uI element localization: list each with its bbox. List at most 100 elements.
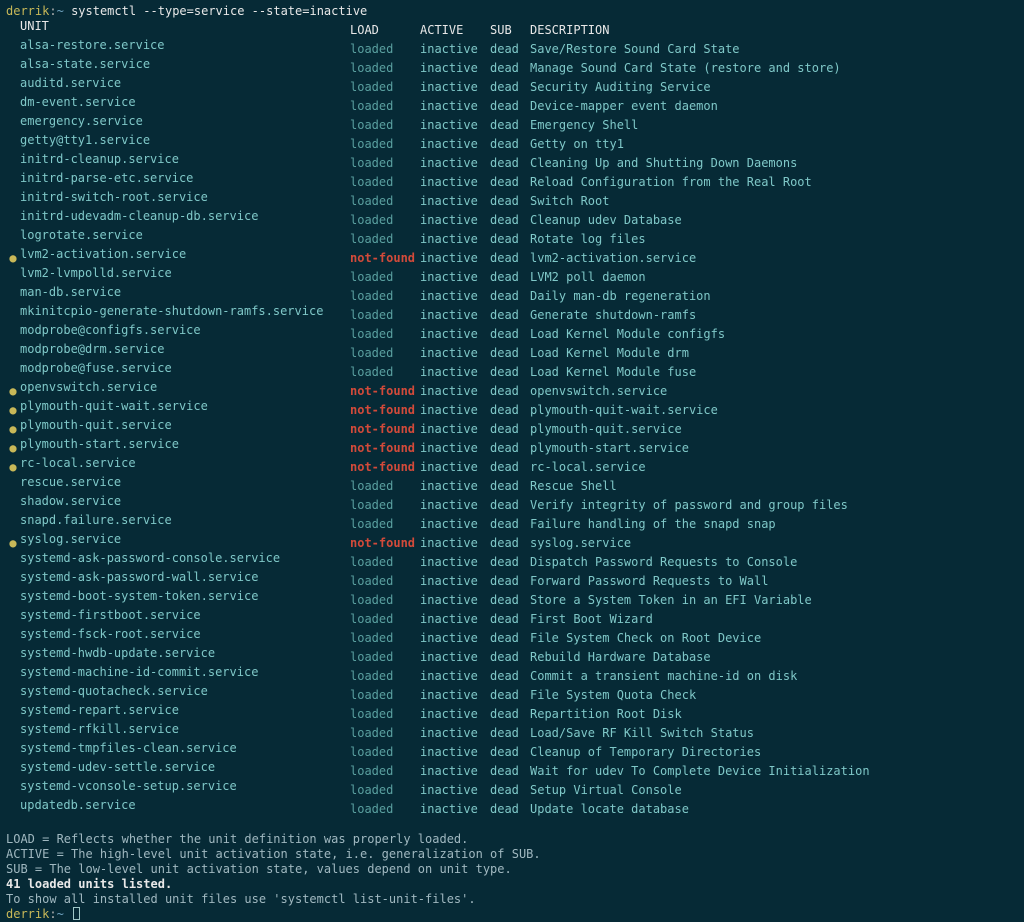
load-state: loaded xyxy=(350,156,420,171)
sub-state: dead xyxy=(490,707,530,722)
service-row: alsa-state.serviceloadedinactivedeadMana… xyxy=(6,57,1018,76)
terminal[interactable]: derrik:~ systemctl --type=service --stat… xyxy=(6,4,1018,922)
load-state: loaded xyxy=(350,61,420,76)
load-state: not-found xyxy=(350,422,420,437)
description: Cleanup udev Database xyxy=(530,213,682,228)
service-row: ●plymouth-start.servicenot-foundinactive… xyxy=(6,437,1018,456)
status-bullet-icon: ● xyxy=(6,536,20,551)
sub-state: dead xyxy=(490,99,530,114)
description: LVM2 poll daemon xyxy=(530,270,646,285)
service-row: auditd.serviceloadedinactivedeadSecurity… xyxy=(6,76,1018,95)
unit-name: snapd.failure.service xyxy=(20,513,350,528)
active-state: inactive xyxy=(420,764,490,779)
sub-state: dead xyxy=(490,574,530,589)
unit-name: systemd-ask-password-wall.service xyxy=(20,570,350,585)
prompt-line-2[interactable]: derrik:~ xyxy=(6,907,1018,922)
description: Failure handling of the snapd snap xyxy=(530,517,776,532)
description: lvm2-activation.service xyxy=(530,251,696,266)
description: Repartition Root Disk xyxy=(530,707,682,722)
sub-state: dead xyxy=(490,802,530,817)
service-row: dm-event.serviceloadedinactivedeadDevice… xyxy=(6,95,1018,114)
sub-state: dead xyxy=(490,479,530,494)
active-state: inactive xyxy=(420,536,490,551)
active-state: inactive xyxy=(420,612,490,627)
description: openvswitch.service xyxy=(530,384,667,399)
active-state: inactive xyxy=(420,726,490,741)
load-state: loaded xyxy=(350,802,420,817)
sub-state: dead xyxy=(490,783,530,798)
service-list: alsa-restore.serviceloadedinactivedeadSa… xyxy=(6,38,1018,817)
load-state: loaded xyxy=(350,232,420,247)
active-state: inactive xyxy=(420,593,490,608)
service-row: systemd-fsck-root.serviceloadedinactived… xyxy=(6,627,1018,646)
unit-name: initrd-parse-etc.service xyxy=(20,171,350,186)
active-state: inactive xyxy=(420,194,490,209)
unit-name: updatedb.service xyxy=(20,798,350,813)
sub-state: dead xyxy=(490,61,530,76)
service-row: systemd-firstboot.serviceloadedinactived… xyxy=(6,608,1018,627)
unit-name: lvm2-activation.service xyxy=(20,247,350,262)
status-bullet-icon: ● xyxy=(6,403,20,418)
service-row: updatedb.serviceloadedinactivedeadUpdate… xyxy=(6,798,1018,817)
active-state: inactive xyxy=(420,175,490,190)
sub-state: dead xyxy=(490,365,530,380)
unit-name: shadow.service xyxy=(20,494,350,509)
status-bullet-icon: ● xyxy=(6,460,20,475)
unit-name: systemd-udev-settle.service xyxy=(20,760,350,775)
load-state: loaded xyxy=(350,688,420,703)
description: Switch Root xyxy=(530,194,609,209)
status-bullet-icon: ● xyxy=(6,251,20,266)
load-state: loaded xyxy=(350,745,420,760)
status-bullet-icon: ● xyxy=(6,441,20,456)
active-state: inactive xyxy=(420,422,490,437)
active-state: inactive xyxy=(420,631,490,646)
sub-state: dead xyxy=(490,346,530,361)
active-state: inactive xyxy=(420,802,490,817)
load-state: loaded xyxy=(350,764,420,779)
unit-name: initrd-switch-root.service xyxy=(20,190,350,205)
description: plymouth-start.service xyxy=(530,441,689,456)
service-row: lvm2-lvmpolld.serviceloadedinactivedeadL… xyxy=(6,266,1018,285)
load-state: loaded xyxy=(350,650,420,665)
blank-line xyxy=(6,817,1018,832)
sub-state: dead xyxy=(490,669,530,684)
active-state: inactive xyxy=(420,498,490,513)
header-unit: UNIT xyxy=(20,19,350,34)
description: Getty on tty1 xyxy=(530,137,624,152)
description: Dispatch Password Requests to Console xyxy=(530,555,797,570)
active-state: inactive xyxy=(420,745,490,760)
sub-state: dead xyxy=(490,232,530,247)
load-state: loaded xyxy=(350,270,420,285)
active-state: inactive xyxy=(420,650,490,665)
header-sub: SUB xyxy=(490,23,530,38)
description: Commit a transient machine-id on disk xyxy=(530,669,797,684)
active-state: inactive xyxy=(420,308,490,323)
load-state: not-found xyxy=(350,384,420,399)
service-row: man-db.serviceloadedinactivedeadDaily ma… xyxy=(6,285,1018,304)
active-state: inactive xyxy=(420,99,490,114)
sub-state: dead xyxy=(490,612,530,627)
description: File System Check on Root Device xyxy=(530,631,761,646)
service-row: modprobe@drm.serviceloadedinactivedeadLo… xyxy=(6,342,1018,361)
load-state: loaded xyxy=(350,80,420,95)
sub-state: dead xyxy=(490,213,530,228)
active-state: inactive xyxy=(420,365,490,380)
prompt-sep: : xyxy=(49,4,56,18)
load-state: loaded xyxy=(350,707,420,722)
load-state: loaded xyxy=(350,194,420,209)
load-state: loaded xyxy=(350,137,420,152)
legend-active: ACTIVE = The high-level unit activation … xyxy=(6,847,1018,862)
service-row: shadow.serviceloadedinactivedeadVerify i… xyxy=(6,494,1018,513)
load-state: not-found xyxy=(350,403,420,418)
sub-state: dead xyxy=(490,194,530,209)
sub-state: dead xyxy=(490,460,530,475)
header-desc: DESCRIPTION xyxy=(530,23,609,38)
description: Reload Configuration from the Real Root xyxy=(530,175,812,190)
unit-name: rescue.service xyxy=(20,475,350,490)
sub-state: dead xyxy=(490,156,530,171)
command-text: systemctl --type=service --state=inactiv… xyxy=(71,4,367,18)
service-row: systemd-hwdb-update.serviceloadedinactiv… xyxy=(6,646,1018,665)
active-state: inactive xyxy=(420,555,490,570)
active-state: inactive xyxy=(420,270,490,285)
active-state: inactive xyxy=(420,289,490,304)
